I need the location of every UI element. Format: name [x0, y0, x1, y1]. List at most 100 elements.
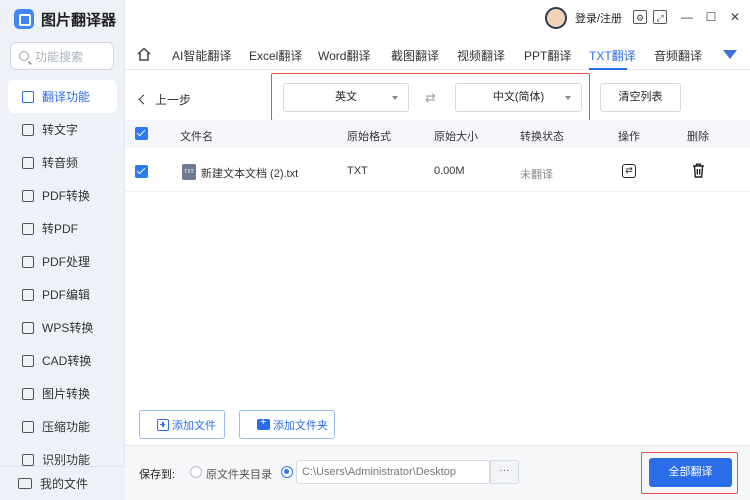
pdf-process-icon [22, 255, 34, 268]
sidebar-item-label: 压缩功能 [42, 420, 91, 434]
home-icon[interactable] [137, 47, 151, 61]
to-pdf-icon [22, 222, 34, 235]
wps-icon [22, 321, 34, 334]
tab-ppt-translate[interactable]: PPT翻译 [524, 47, 571, 64]
sidebar-item-to-audio[interactable]: 转音频 [0, 146, 125, 179]
sidebar-item-pdf-process[interactable]: PDF处理 [0, 245, 125, 278]
sidebar-item-compress[interactable]: 压缩功能 [0, 410, 125, 443]
sidebar-item-translate[interactable]: 翻译功能 [8, 80, 117, 113]
tab-word-translate[interactable]: Word翻译 [318, 47, 370, 64]
source-dir-label: 原文件夹目录 [206, 469, 272, 481]
target-language-value: 中文(简体) [492, 91, 545, 103]
sidebar: 图片翻译器 功能搜索 翻译功能 转文字 转音频 PDF转换 转PDF PDF处理 [0, 0, 125, 500]
column-header-format: 原始格式 [347, 131, 391, 143]
column-header-delete: 删除 [687, 131, 709, 143]
file-name: 新建文本文档 (2).txt [201, 168, 299, 180]
compress-icon [22, 420, 34, 433]
swap-languages-icon[interactable]: ⇄ [425, 90, 436, 106]
translate-action-icon[interactable]: ⇄ [622, 164, 636, 178]
target-language-select[interactable]: 中文(简体) [455, 83, 582, 112]
sidebar-item-label: 图片转换 [42, 387, 91, 401]
folder-icon [18, 478, 32, 489]
search-input[interactable]: 功能搜索 [10, 42, 114, 70]
settings-icon[interactable]: ⚙ [633, 10, 647, 24]
save-to-label: 保存到: [139, 469, 176, 481]
search-icon [19, 51, 29, 61]
column-header-status: 转换状态 [520, 131, 564, 143]
back-label: 上一步 [155, 93, 192, 107]
sidebar-item-label: 翻译功能 [42, 90, 91, 104]
sidebar-item-label: PDF转换 [42, 189, 91, 203]
tab-video-translate[interactable]: 视频翻译 [457, 47, 505, 64]
tab-txt-translate[interactable]: TXT翻译 [589, 47, 636, 64]
add-file-icon [157, 418, 169, 431]
cad-icon [22, 354, 34, 367]
source-dir-radio[interactable] [190, 466, 202, 478]
more-tabs-icon[interactable] [723, 50, 737, 59]
table-row[interactable]: TXT 新建文本文档 (2).txt TXT 0.00M 未翻译 ⇄ [125, 150, 750, 192]
sidebar-item-label: 转文字 [42, 123, 79, 137]
sidebar-item-cad[interactable]: CAD转换 [0, 344, 125, 377]
back-button[interactable]: 上一步 [138, 91, 192, 108]
column-header-size: 原始大小 [434, 131, 478, 143]
title-bar: 登录/注册 ⚙ ⤢ — ☐ ✕ [125, 0, 750, 36]
sidebar-item-label: WPS转换 [42, 321, 94, 335]
row-checkbox[interactable] [135, 165, 148, 178]
status-badge: 未翻译 [520, 169, 553, 181]
sidebar-item-pdf-edit[interactable]: PDF编辑 [0, 278, 125, 311]
sidebar-item-image[interactable]: 图片转换 [0, 377, 125, 410]
add-file-label: 添加文件 [172, 419, 216, 432]
source-language-select[interactable]: 英文 [283, 83, 409, 112]
maximize-icon[interactable]: ☐ [704, 10, 718, 24]
image-icon [22, 387, 34, 400]
tab-ai-translate[interactable]: AI智能翻译 [172, 47, 231, 64]
column-header-action: 操作 [618, 131, 640, 143]
column-header-filename: 文件名 [180, 131, 213, 143]
sidebar-item-wps[interactable]: WPS转换 [0, 311, 125, 344]
file-format: TXT [347, 165, 368, 177]
sidebar-item-label: CAD转换 [42, 354, 92, 368]
login-button[interactable]: 登录/注册 [545, 7, 622, 29]
browse-button[interactable]: ··· [490, 460, 519, 484]
output-path-field[interactable] [296, 460, 490, 484]
custom-dir-radio[interactable] [281, 466, 293, 478]
close-icon[interactable]: ✕ [728, 10, 742, 24]
minimize-icon[interactable]: — [680, 10, 694, 24]
translate-icon [22, 90, 34, 103]
add-folder-icon [257, 416, 270, 430]
translate-all-button[interactable]: 全部翻译 [649, 458, 732, 487]
file-table-header: 文件名 原始格式 原始大小 转换状态 操作 删除 [125, 120, 750, 148]
add-folder-button[interactable]: 添加文件夹 [239, 410, 335, 439]
app-logo-icon [14, 9, 34, 29]
app-logo: 图片翻译器 [14, 8, 116, 30]
txt-file-icon: TXT [182, 164, 196, 180]
select-all-checkbox[interactable] [135, 127, 148, 140]
pdf-edit-icon [22, 288, 34, 301]
search-placeholder: 功能搜索 [35, 49, 84, 64]
chevron-down-icon [392, 96, 398, 100]
add-folder-label: 添加文件夹 [273, 419, 328, 432]
sidebar-item-to-pdf[interactable]: 转PDF [0, 212, 125, 245]
app-title: 图片翻译器 [41, 11, 117, 29]
text-icon [22, 123, 34, 136]
chevron-down-icon [565, 96, 571, 100]
audio-icon [22, 156, 34, 169]
sidebar-item-label: 转PDF [42, 222, 79, 236]
expand-icon[interactable]: ⤢ [653, 10, 667, 24]
trash-icon[interactable] [692, 163, 705, 178]
sidebar-item-label: 转音频 [42, 156, 79, 170]
sidebar-item-pdf-convert[interactable]: PDF转换 [0, 179, 125, 212]
file-size: 0.00M [434, 165, 465, 177]
recognize-icon [22, 453, 34, 466]
sidebar-item-to-text[interactable]: 转文字 [0, 113, 125, 146]
login-label: 登录/注册 [575, 13, 623, 25]
tab-excel-translate[interactable]: Excel翻译 [249, 47, 302, 64]
function-tabs: AI智能翻译 Excel翻译 Word翻译 截图翻译 视频翻译 PPT翻译 TX… [125, 42, 750, 70]
add-file-button[interactable]: 添加文件 [139, 410, 225, 439]
tab-screenshot-translate[interactable]: 截图翻译 [391, 47, 439, 64]
chevron-left-icon [138, 94, 149, 105]
sidebar-item-my-files[interactable]: 我的文件 [0, 466, 125, 500]
tab-audio-translate[interactable]: 音频翻译 [654, 47, 702, 64]
avatar [545, 7, 567, 29]
clear-list-button[interactable]: 清空列表 [600, 83, 681, 112]
